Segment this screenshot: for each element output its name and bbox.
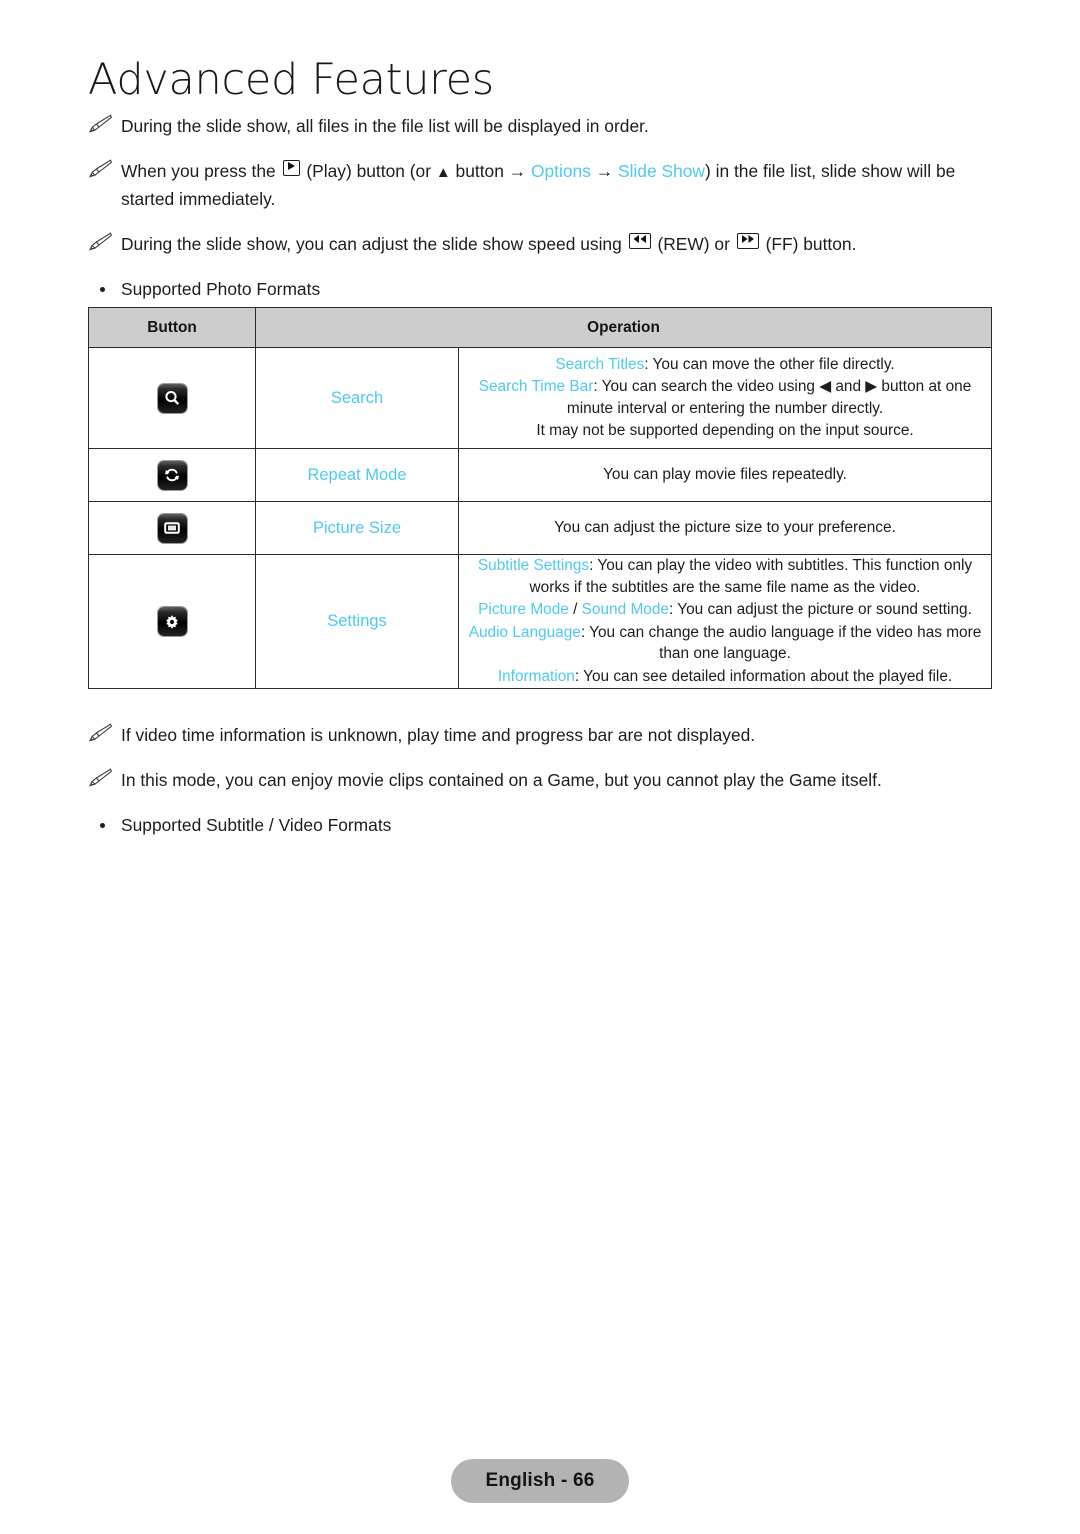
description-line: Search Titles: You can move the other fi…	[555, 355, 895, 373]
description-line: Picture Mode / Sound Mode: You can adjus…	[478, 601, 972, 618]
cell-operation-description: Subtitle Settings: You can play the vide…	[458, 554, 992, 689]
document-page: Advanced Features During the slide show,…	[0, 0, 1080, 1534]
cell-button-icon	[88, 554, 256, 689]
list-item-label: Supported Subtitle / Video Formats	[121, 815, 392, 835]
description-line: It may not be supported depending on the…	[536, 422, 914, 439]
table-row: Repeat Mode You can play movie files repe…	[88, 448, 992, 502]
search-icon	[157, 383, 187, 413]
bullet-dot-icon	[100, 287, 105, 292]
note-text: If video time information is unknown, pl…	[121, 725, 756, 745]
table-header-row: Button Operation	[88, 307, 992, 348]
cell-function-name: Search	[255, 347, 459, 449]
picture-size-icon	[157, 513, 187, 543]
accent-term: Information	[497, 667, 575, 685]
direction-glyph: ▲	[435, 164, 451, 181]
cell-function-name: Settings	[255, 554, 459, 689]
accent-term: Audio Language	[468, 623, 581, 641]
note-item: When you press the (Play) button (or ▲ b…	[88, 158, 992, 212]
repeat-icon	[157, 460, 187, 490]
description-line: Information: You can see detailed inform…	[497, 667, 953, 685]
play-key	[282, 160, 300, 176]
cell-operation-description: You can play movie files repeatedly.	[458, 448, 992, 502]
content-bottom: If video time information is unknown, pl…	[88, 722, 992, 856]
table-body: Search Search Titles: You can move the ot…	[88, 347, 992, 689]
accent-term: Search Time Bar	[478, 378, 594, 395]
cell-function-name: Repeat Mode	[255, 448, 459, 502]
list-item: Supported Subtitle / Video Formats	[88, 812, 992, 838]
accent-term: Picture Mode	[478, 601, 569, 618]
note-text: During the slide show, all files in the …	[121, 116, 649, 136]
column-header-operation: Operation	[255, 307, 992, 348]
pencil-icon	[88, 723, 112, 743]
column-header-button: Button	[88, 307, 256, 348]
pencil-icon	[88, 232, 112, 252]
description-line: Audio Language: You can change the audio…	[468, 623, 982, 663]
description-line: Subtitle Settings: You can play the vide…	[477, 557, 973, 596]
cell-function-name: Picture Size	[255, 501, 459, 555]
cell-button-icon	[88, 501, 256, 555]
pencil-icon	[88, 768, 112, 788]
page-footer: English - 66	[451, 1459, 629, 1503]
bullets-bottom-list: Supported Subtitle / Video Formats	[88, 812, 992, 838]
table-head: Button Operation	[88, 307, 992, 348]
cell-button-icon	[88, 448, 256, 502]
accent-term: Search Titles	[555, 355, 645, 373]
accent-term: Options	[530, 161, 591, 181]
description-line: Search Time Bar: You can search the vide…	[478, 378, 972, 417]
table-row: Settings Subtitle Settings: You can play …	[88, 554, 992, 689]
note-item: During the slide show, all files in the …	[88, 113, 992, 139]
note-text: During the slide show, you can adjust th…	[121, 233, 857, 254]
description-line: You can adjust the picture size to your …	[554, 518, 896, 536]
bullet-dot-icon	[100, 823, 105, 828]
accent-term: Slide Show	[617, 161, 705, 181]
note-item: If video time information is unknown, pl…	[88, 722, 992, 748]
accent-term: Subtitle Settings	[477, 557, 590, 574]
cell-operation-description: Search Titles: You can move the other fi…	[458, 347, 992, 449]
table-row: Picture Size You can adjust the picture s…	[88, 501, 992, 555]
note-item: In this mode, you can enjoy movie clips …	[88, 767, 992, 793]
ff-key	[736, 233, 759, 249]
pencil-icon	[88, 159, 112, 179]
gear-icon	[157, 607, 187, 636]
note-item: During the slide show, you can adjust th…	[88, 231, 992, 257]
page-title: Advanced Features	[88, 55, 494, 105]
accent-term: Sound Mode	[581, 601, 669, 618]
note-text: In this mode, you can enjoy movie clips …	[121, 770, 882, 790]
description-line: You can play movie files repeatedly.	[603, 465, 847, 483]
cell-button-icon	[88, 347, 256, 449]
list-item-label: Supported Photo Formats	[121, 279, 321, 299]
pencil-icon	[88, 114, 112, 134]
button-operation-table-wrapper: Button Operation Search Search Titles: Yo…	[88, 307, 992, 689]
notes-top-list: During the slide show, all files in the …	[88, 113, 992, 257]
note-text: When you press the (Play) button (or ▲ b…	[121, 160, 956, 209]
table-row: Search Search Titles: You can move the ot…	[88, 347, 992, 449]
rew-key	[628, 233, 651, 249]
notes-bottom-list: If video time information is unknown, pl…	[88, 722, 992, 793]
button-operation-table: Button Operation Search Search Titles: Yo…	[88, 307, 992, 689]
page-number-label: English - 66	[485, 1470, 595, 1491]
cell-operation-description: You can adjust the picture size to your …	[458, 501, 992, 555]
list-item: Supported Photo Formats	[88, 276, 992, 302]
